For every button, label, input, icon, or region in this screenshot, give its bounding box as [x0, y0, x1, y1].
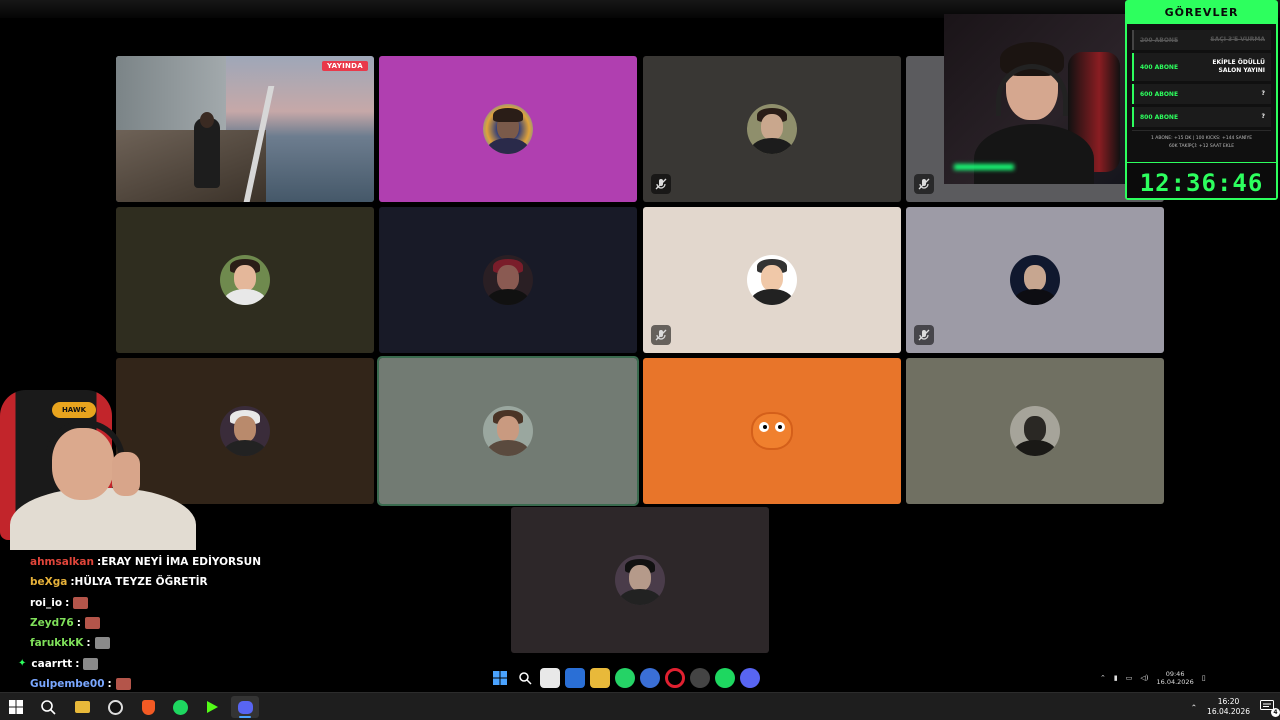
goal-item: 800 ABONE ?	[1132, 107, 1271, 127]
spotify-icon[interactable]	[715, 668, 735, 688]
chat-text: ERAY NEYİ İMA EDİYORSUN	[101, 556, 261, 569]
video-tile-participant[interactable]	[906, 207, 1164, 353]
second-streamer-webcam: HAWK	[0, 388, 232, 550]
chat-message: beXga: HÜLYA TEYZE ÖĞRETİR	[30, 576, 208, 589]
notification-count: 4	[1271, 708, 1280, 717]
chat-overlay: ahmsalkan: ERAY NEYİ İMA EDİYORSUN beXga:…	[18, 552, 310, 694]
video-tile-screen-share[interactable]: YAYINDA	[116, 56, 374, 202]
mail-icon[interactable]	[565, 668, 585, 688]
game-launcher-icon[interactable]	[640, 668, 660, 688]
brave-browser-icon[interactable]	[134, 696, 162, 718]
timer-value: 12:36:46	[1139, 169, 1264, 197]
streamer-webcam	[944, 14, 1126, 184]
game-screen-share	[116, 56, 374, 202]
taskbar-clock[interactable]: 16:20 16.04.2026	[1207, 697, 1250, 717]
goals-list: 200 ABONE SAÇI 3'E VURMA 400 ABONE EKİPL…	[1127, 24, 1276, 155]
video-tile-participant[interactable]	[379, 56, 637, 202]
folder-icon[interactable]	[590, 668, 610, 688]
shared-screen-clock[interactable]: 09:46 16.04.2026	[1156, 670, 1193, 686]
chat-username: Gulpembe00	[30, 677, 105, 690]
chat-emote-icon	[83, 657, 99, 670]
screen: YAYINDA GÖREVLER 200 ABONE SAÇI 3'E VURM…	[0, 0, 1280, 720]
search-icon[interactable]	[515, 668, 535, 688]
spotify-icon[interactable]	[166, 696, 194, 718]
chat-message: ahmsalkan: ERAY NEYİ İMA EDİYORSUN	[30, 556, 261, 569]
system-tray: ⌃ 16:20 16.04.2026 4	[1191, 693, 1280, 720]
chat-username: Zeyd76	[30, 617, 74, 630]
chat-username: ahmsalkan	[30, 556, 94, 569]
video-tile-participant[interactable]	[511, 507, 769, 653]
chat-username: roi_io	[30, 596, 63, 609]
chat-username: beXga	[30, 576, 68, 589]
goal-item: 200 ABONE SAÇI 3'E VURMA	[1132, 30, 1271, 50]
avatar	[483, 104, 533, 154]
chat-username: caarrtt	[31, 657, 73, 670]
obs-icon[interactable]	[101, 696, 129, 718]
mic-muted-icon	[914, 174, 934, 194]
search-button[interactable]	[34, 696, 62, 718]
avatar	[1010, 406, 1060, 456]
chat-emote-icon	[84, 617, 100, 630]
avatar	[747, 406, 797, 456]
windows-start-button[interactable]	[2, 696, 30, 718]
taskbar: ⌃ 16:20 16.04.2026 4	[0, 692, 1280, 720]
goal-rules: 1 ABONE: +15 DK | 100 KICKS: +144 SANİYE…	[1132, 130, 1271, 155]
discord-icon[interactable]	[231, 696, 259, 718]
mic-muted-icon	[914, 325, 934, 345]
mic-muted-icon	[651, 325, 671, 345]
video-tile-participant[interactable]	[379, 207, 637, 353]
video-tile-participant[interactable]	[116, 207, 374, 353]
video-tile-participant-speaking[interactable]	[377, 356, 639, 506]
video-tile-participant[interactable]	[906, 358, 1164, 504]
network-icon[interactable]: ▭	[1126, 674, 1133, 682]
chat-emote-icon	[115, 677, 131, 690]
obs-icon[interactable]	[690, 668, 710, 688]
calendar-icon[interactable]	[540, 668, 560, 688]
discord-icon[interactable]	[740, 668, 760, 688]
chat-message: ✦ caarrtt:	[18, 653, 310, 673]
shared-screen-taskbar	[490, 666, 790, 690]
chat-username: farukkkK	[30, 637, 84, 650]
chat-emote-icon	[73, 596, 89, 609]
avatar	[483, 406, 533, 456]
avatar	[220, 255, 270, 305]
chat-message: farukkkK:	[30, 633, 310, 653]
mic-muted-icon	[651, 174, 671, 194]
avatar	[747, 104, 797, 154]
whatsapp-icon[interactable]	[615, 668, 635, 688]
windows-start-icon[interactable]	[490, 668, 510, 688]
subscriber-badge-icon: ✦	[18, 658, 27, 670]
volume-icon[interactable]: ◁)	[1140, 674, 1148, 682]
game-character	[194, 118, 220, 188]
chat-message: Zeyd76:	[30, 613, 310, 633]
live-badge: YAYINDA	[321, 61, 368, 71]
goals-panel: GÖREVLER 200 ABONE SAÇI 3'E VURMA 400 AB…	[1125, 0, 1278, 200]
chat-emote-icon	[94, 637, 110, 650]
avatar	[747, 255, 797, 305]
chevron-up-icon[interactable]: ⌃	[1100, 674, 1106, 682]
video-tile-participant[interactable]	[643, 358, 901, 504]
goal-item: 600 ABONE ?	[1132, 84, 1271, 104]
chat-text: HÜLYA TEYZE ÖĞRETİR	[74, 576, 208, 589]
file-explorer-icon[interactable]	[68, 696, 96, 718]
goal-item: 400 ABONE EKİPLE ÖDÜLLÜ SALON YAYINI	[1132, 53, 1271, 81]
avatar	[1010, 255, 1060, 305]
chat-message: roi_io:	[30, 593, 310, 613]
notification-icon[interactable]: ▯	[1202, 674, 1206, 682]
goals-title: GÖREVLER	[1127, 2, 1276, 24]
avatar	[615, 555, 665, 605]
chevron-up-icon[interactable]: ⌃	[1191, 703, 1197, 712]
subathon-timer: 12:36:46	[1127, 162, 1276, 198]
microphone-icon[interactable]: ▮	[1114, 674, 1118, 682]
shared-screen-tray: ⌃ ▮ ▭ ◁) 09:46 16.04.2026 ▯	[1100, 666, 1280, 690]
avatar	[483, 255, 533, 305]
chair-logo: HAWK	[52, 402, 96, 418]
streaming-app-icon[interactable]	[198, 696, 226, 718]
video-tile-participant[interactable]	[643, 207, 901, 353]
notification-icon[interactable]: 4	[1260, 700, 1280, 717]
opera-icon[interactable]	[665, 668, 685, 688]
video-tile-participant[interactable]	[643, 56, 901, 202]
